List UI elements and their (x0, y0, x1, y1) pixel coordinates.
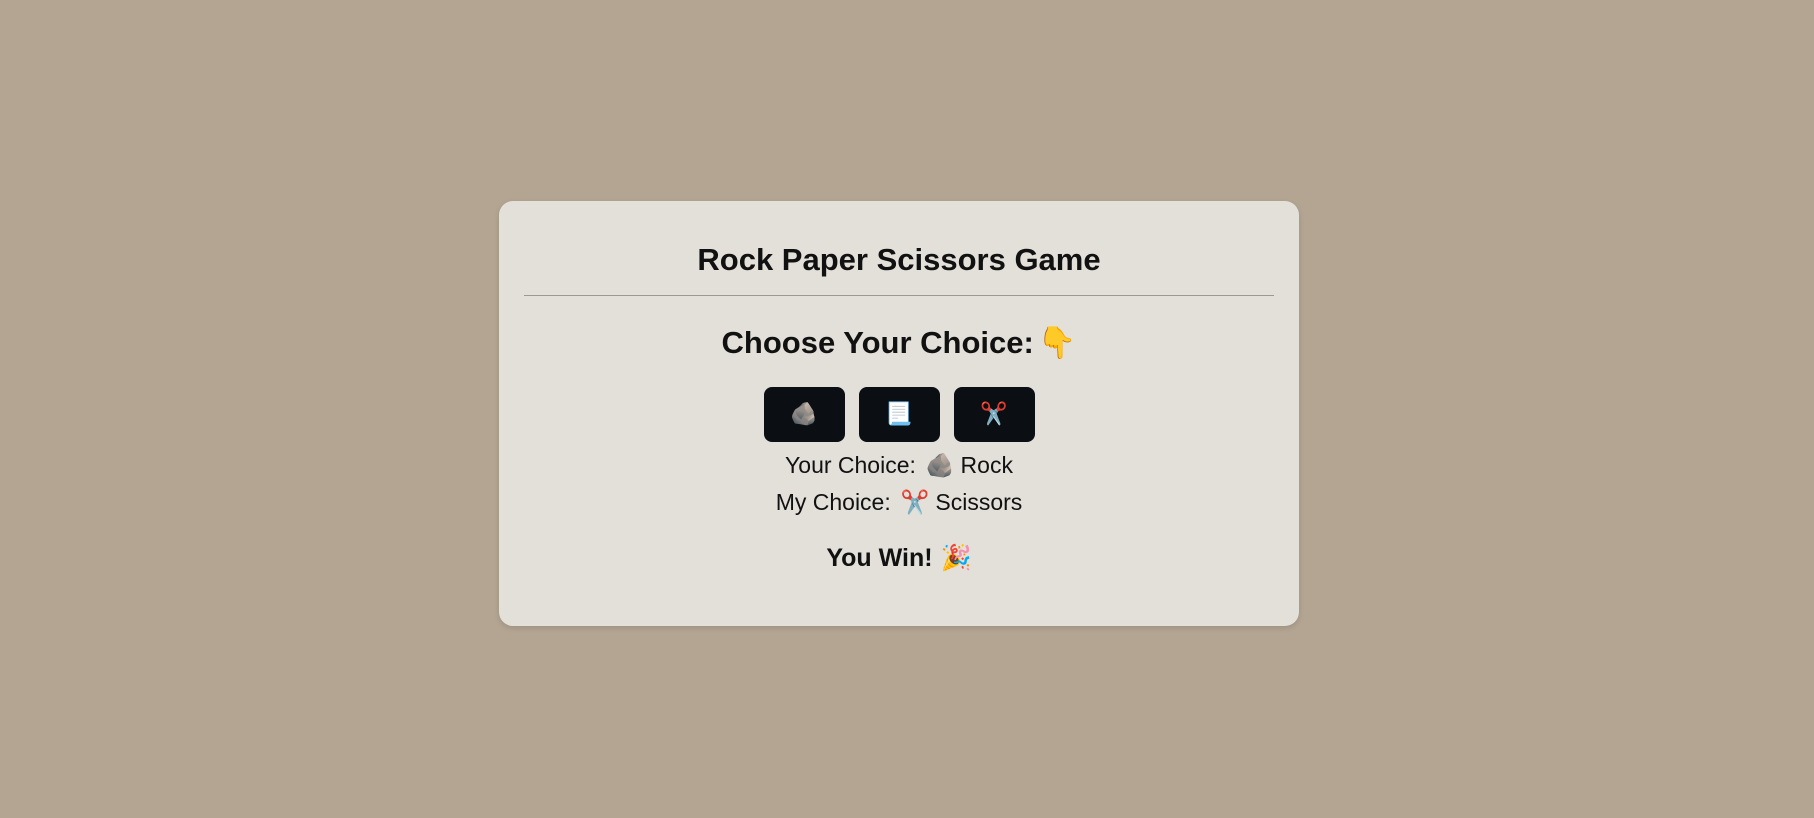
your-choice-line: Your Choice: 🪨 Rock (499, 454, 1299, 477)
scissors-icon: ✂️ (900, 489, 930, 515)
my-choice-value: Scissors (935, 489, 1023, 515)
choice-buttons: 🪨 📃 ✂️ (499, 387, 1299, 442)
paper-icon: 📃 (885, 402, 913, 427)
game-card: Rock Paper Scissors Game Choose Your Cho… (499, 201, 1299, 626)
scissors-icon: ✂️ (980, 402, 1008, 427)
paper-button[interactable]: 📃 (858, 387, 940, 442)
result-text: You Win! (826, 544, 933, 572)
game-title: Rock Paper Scissors Game (697, 242, 1101, 277)
choice-prompt: Choose Your Choice: 👇 (499, 327, 1299, 358)
rock-icon: 🪨 (925, 452, 955, 478)
party-popper-icon: 🎉 (940, 544, 972, 572)
your-choice-value: Rock (960, 452, 1013, 478)
your-choice-label: Your Choice: (785, 452, 916, 478)
my-choice-label: My Choice: (775, 489, 891, 515)
rock-icon: 🪨 (790, 402, 818, 427)
scissors-button[interactable]: ✂️ (953, 387, 1035, 442)
rock-button[interactable]: 🪨 (763, 387, 845, 442)
choice-prompt-text: Choose Your Choice: (721, 325, 1034, 360)
pointing-down-icon: 👇 (1037, 325, 1077, 360)
my-choice-line: My Choice: ✂️ Scissors (499, 491, 1299, 514)
game-result: You Win! 🎉 (499, 546, 1299, 571)
divider (524, 295, 1274, 296)
